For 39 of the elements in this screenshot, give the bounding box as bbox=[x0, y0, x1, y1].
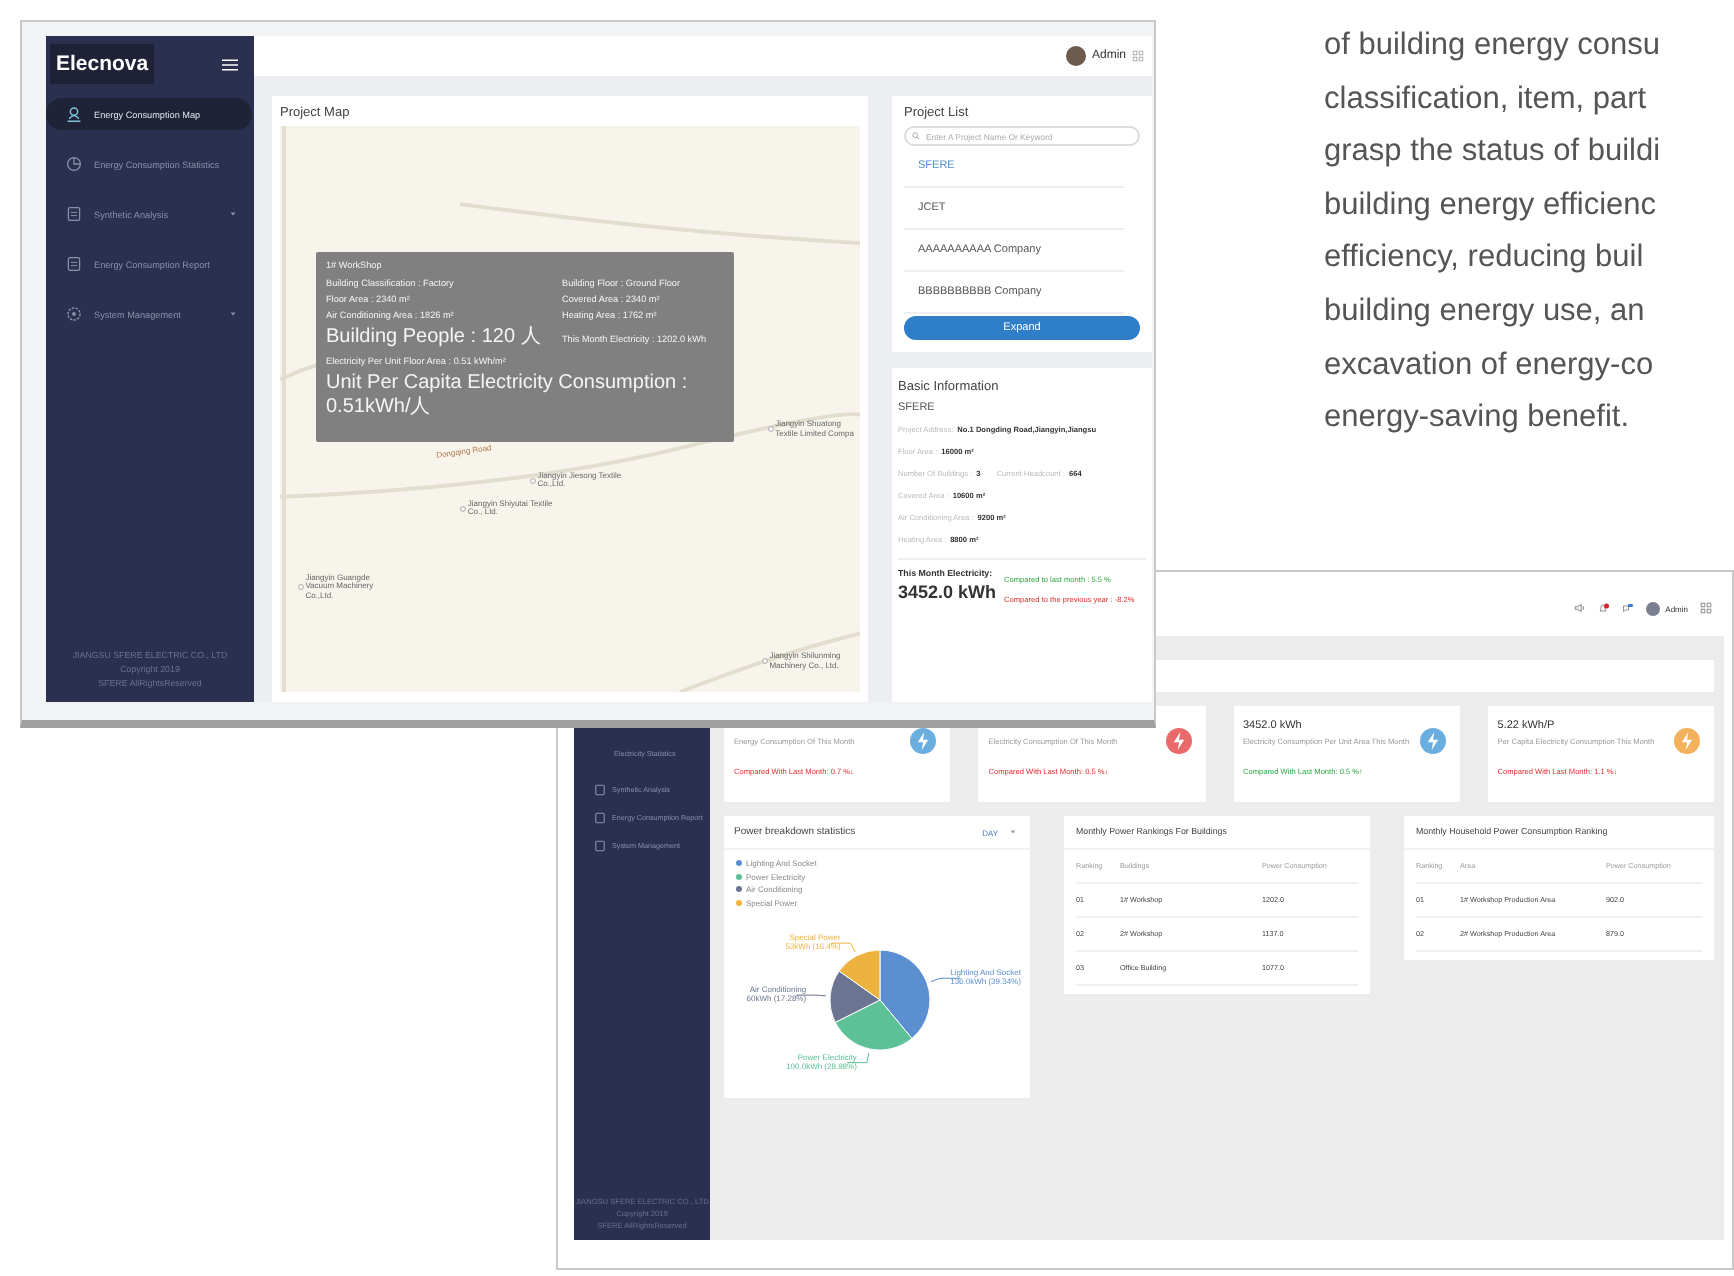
caret-icon bbox=[230, 312, 236, 316]
caret-icon bbox=[230, 212, 236, 216]
leader-line bbox=[930, 976, 961, 982]
body-text: building energy use, an bbox=[1324, 291, 1647, 332]
body-text: energy-saving benefit. bbox=[1324, 398, 1632, 439]
gear-icon bbox=[66, 306, 82, 322]
tooltip-text: Building People : 120 人 bbox=[326, 326, 543, 350]
electricity-value: 3452.0 kWh bbox=[898, 582, 997, 602]
caret-icon bbox=[1010, 830, 1016, 834]
grid-icon[interactable] bbox=[1132, 50, 1144, 62]
document-icon bbox=[66, 256, 82, 272]
document-icon bbox=[66, 206, 82, 222]
body-text: of building energy consu bbox=[1324, 26, 1663, 66]
bell-icon[interactable] bbox=[1597, 602, 1610, 614]
avatar[interactable] bbox=[1645, 601, 1660, 615]
logo: Elecnova bbox=[50, 44, 155, 84]
place-marker-icon[interactable] bbox=[459, 505, 466, 512]
search-icon bbox=[912, 132, 920, 140]
place-marker-icon[interactable] bbox=[529, 477, 536, 484]
place-marker-icon[interactable] bbox=[297, 583, 304, 590]
place-marker-icon[interactable] bbox=[761, 658, 768, 665]
body-text: efficiency, reducing buil bbox=[1324, 238, 1646, 279]
body-text: classification, item, part bbox=[1324, 79, 1649, 120]
body-text: excavation of energy-co bbox=[1324, 345, 1656, 386]
place-marker-icon[interactable] bbox=[767, 426, 774, 433]
document-icon bbox=[594, 784, 606, 796]
person-icon bbox=[66, 106, 82, 122]
document-icon bbox=[594, 812, 606, 824]
grid-icon[interactable] bbox=[1700, 602, 1712, 614]
menu-icon[interactable] bbox=[222, 57, 238, 71]
speaker-icon[interactable] bbox=[1573, 602, 1586, 614]
tooltip-text: Unit Per Capita Electricity Consumption : 0.51kWh/人 bbox=[326, 372, 690, 420]
leader-line bbox=[795, 993, 827, 996]
document-icon bbox=[594, 840, 606, 852]
avatar[interactable] bbox=[1065, 46, 1086, 66]
body-text: building energy efficienc bbox=[1324, 185, 1659, 226]
pie-chart-icon bbox=[66, 156, 82, 172]
chat-icon[interactable] bbox=[1621, 602, 1634, 614]
body-text: grasp the status of buildi bbox=[1324, 132, 1663, 173]
